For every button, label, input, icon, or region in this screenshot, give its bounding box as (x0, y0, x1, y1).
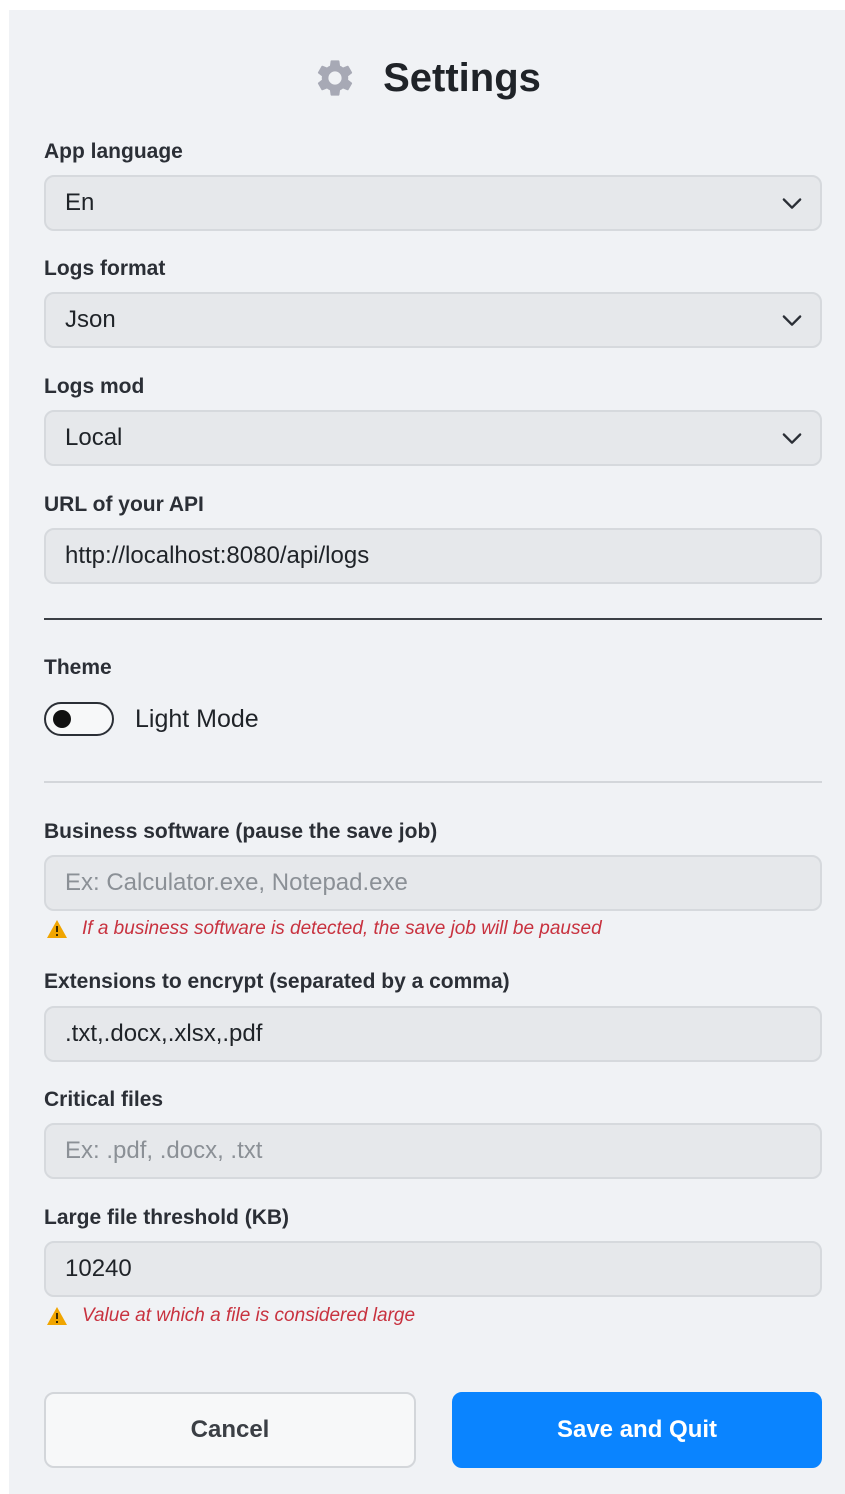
chevron-down-icon (782, 433, 802, 444)
logs-mod-select[interactable]: Local (44, 410, 822, 466)
settings-panel: Settings App language En Logs format Jso… (9, 10, 845, 1494)
business-software-warning: If a business software is detected, the … (46, 918, 602, 940)
large-file-warning: Value at which a file is considered larg… (46, 1305, 415, 1327)
warning-icon (47, 920, 67, 938)
critical-files-label: Critical files (44, 1088, 164, 1111)
theme-toggle-label: Light Mode (135, 705, 259, 733)
chevron-down-icon (782, 315, 802, 326)
extensions-input[interactable] (44, 1006, 822, 1062)
large-file-input[interactable] (44, 1241, 822, 1297)
theme-toggle[interactable] (44, 702, 114, 736)
section-divider (44, 618, 822, 620)
logs-format-label: Logs format (44, 257, 166, 280)
critical-files-input[interactable] (44, 1123, 822, 1179)
gear-icon (317, 60, 353, 96)
api-url-label: URL of your API (44, 493, 204, 516)
logs-format-select[interactable]: Json (44, 292, 822, 348)
business-software-input[interactable] (44, 855, 822, 911)
api-url-input[interactable] (44, 528, 822, 584)
header: Settings (9, 48, 845, 108)
extensions-label: Extensions to encrypt (separated by a co… (44, 970, 510, 993)
warning-icon (47, 1307, 67, 1325)
section-divider (44, 781, 822, 783)
toggle-knob (53, 710, 71, 728)
business-software-label: Business software (pause the save job) (44, 820, 438, 843)
theme-label: Theme (44, 656, 112, 679)
cancel-button[interactable]: Cancel (44, 1392, 416, 1468)
chevron-down-icon (782, 198, 802, 209)
save-and-quit-button[interactable]: Save and Quit (452, 1392, 822, 1468)
logs-mod-value: Local (65, 424, 123, 451)
app-language-select[interactable]: En (44, 175, 822, 231)
logs-format-value: Json (65, 306, 116, 333)
app-language-value: En (65, 189, 95, 216)
warning-text: If a business software is detected, the … (82, 918, 602, 939)
warning-text: Value at which a file is considered larg… (82, 1305, 416, 1326)
page-title: Settings (383, 55, 541, 100)
app-language-label: App language (44, 140, 183, 163)
logs-mod-label: Logs mod (44, 375, 145, 398)
large-file-label: Large file threshold (KB) (44, 1206, 290, 1229)
